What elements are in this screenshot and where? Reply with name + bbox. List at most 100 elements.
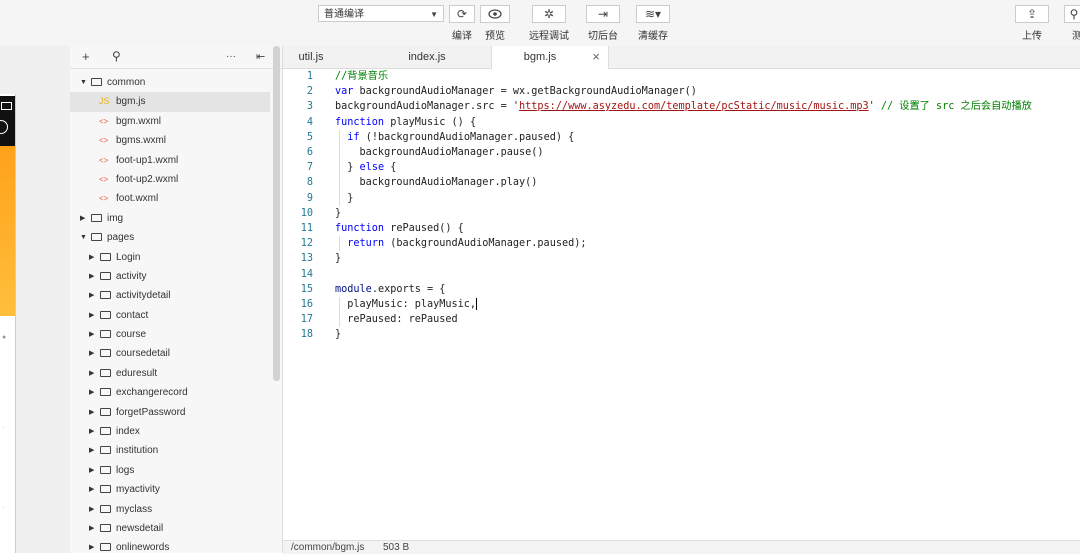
tree-folder-eduresult[interactable]: ▶ eduresult [70,364,270,383]
tree-folder-pages[interactable]: ▼ pages [70,228,270,247]
folder-icon [100,407,111,416]
tab-label: util.js [298,51,324,63]
compile-button[interactable]: ⟳ [449,5,475,23]
folder-icon [100,291,111,300]
tab-bgm-js[interactable]: bgm.js × [491,46,609,69]
tree-item-label: logs [116,464,135,476]
tree-item-label: index [116,426,140,438]
simulator-panel: ● · · [0,46,71,553]
tree-folder-img[interactable]: ▶ img [70,209,270,228]
tab-util-js[interactable]: util.js [283,46,339,68]
chevron-right-icon[interactable]: ▶ [89,403,94,422]
chevron-right-icon[interactable]: ▶ [89,519,94,538]
tree-file-bgms-wxml[interactable]: <> bgms.wxml [70,131,270,150]
tree-folder-common[interactable]: ▼ common [70,73,270,92]
chevron-right-icon[interactable]: ▶ [89,383,94,402]
line-number: 13 [300,253,313,265]
code-editor[interactable]: 1 //背景音乐 2 var backgroundAudioManager = wx.… [283,69,1080,540]
tree-folder-coursedetail[interactable]: ▶ coursedetail [70,344,270,363]
tree-folder-activity[interactable]: ▶ activity [70,267,270,286]
tree-folder-login[interactable]: ▶ Login [70,248,270,267]
tree-folder-newsdetail[interactable]: ▶ newsdetail [70,519,270,538]
wxml-file-icon: <> [99,116,109,126]
tree-file-foot-wxml[interactable]: <> foot.wxml [70,189,270,208]
indent-guide [339,236,340,252]
code-text: function rePaused() { [335,223,464,234]
test-icon: ⚲ [1069,7,1079,21]
chevron-right-icon[interactable]: ▶ [89,461,94,480]
chevron-right-icon[interactable]: ▶ [89,364,94,383]
tree-item-label: foot.wxml [116,193,159,205]
code-text: backgroundAudioManager.play() [335,177,538,189]
bug-icon: ✲ [543,7,555,21]
tree-item-label: myclass [116,503,153,515]
tree-folder-course[interactable]: ▶ course [70,325,270,344]
remote-debug-button[interactable]: ✲ [532,5,566,23]
tree-item-label: contact [116,309,149,321]
compile-mode-select[interactable]: 普通编译 ▼ [318,5,444,22]
tree-item-label: img [107,212,124,224]
tree-folder-onlinewords[interactable]: ▶ onlinewords [70,538,270,557]
chevron-right-icon[interactable]: ▶ [89,286,94,305]
tree-folder-index[interactable]: ▶ index [70,422,270,441]
tree-item-label: pages [107,232,135,244]
upload-button[interactable]: ⇪ [1015,5,1049,23]
chevron-right-icon[interactable]: ▶ [89,267,94,286]
code-text: //背景音乐 [335,71,389,82]
tree-folder-myactivity[interactable]: ▶ myactivity [70,480,270,499]
chevron-right-icon[interactable]: ▶ [89,344,94,363]
chevron-down-icon[interactable]: ▼ [80,228,87,247]
tree-folder-activitydetail[interactable]: ▶ activitydetail [70,286,270,305]
chevron-down-icon[interactable]: ▼ [80,73,87,92]
line-number: 7 [306,162,313,174]
tree-folder-institution[interactable]: ▶ institution [70,441,270,460]
chevron-right-icon[interactable]: ▶ [80,209,85,228]
tree-file-foot-up1-wxml[interactable]: <> foot-up1.wxml [70,151,270,170]
tree-folder-forgetpassword[interactable]: ▶ forgetPassword [70,403,270,422]
tree-folder-exchangerecord[interactable]: ▶ exchangerecord [70,383,270,402]
tab-index-js[interactable]: index.js [371,46,483,68]
clear-cache-button[interactable]: ≋▾ [636,5,670,23]
chevron-right-icon[interactable]: ▶ [89,538,94,557]
more-icon[interactable]: ··· [226,51,236,62]
close-icon[interactable]: × [592,46,600,68]
toolbar: 普通编译 ▼ ⟳ 编译 预览 ✲ 远程调试 ⇥ 切后台 ≋▾ 清缓存 ⇪ 上传 … [0,0,1080,47]
chevron-right-icon[interactable]: ▶ [89,500,94,519]
collapse-panel-icon[interactable]: ⇤ [256,50,265,63]
folder-icon [100,252,111,261]
code-text: } [335,192,354,204]
tree-folder-contact[interactable]: ▶ contact [70,306,270,325]
chevron-right-icon[interactable]: ▶ [89,441,94,460]
tree-file-bgm-js[interactable]: JS bgm.js [70,92,270,112]
file-path: /common/bgm.js [291,542,365,553]
chevron-right-icon[interactable]: ▶ [89,306,94,325]
chevron-right-icon[interactable]: ▶ [89,248,94,267]
tree-folder-myclass[interactable]: ▶ myclass [70,500,270,519]
tree-file-foot-up2-wxml[interactable]: <> foot-up2.wxml [70,170,270,189]
folder-open-icon [91,233,102,242]
explorer-scrollbar[interactable] [273,46,280,381]
tree-item-label: foot-up1.wxml [116,154,179,166]
chevron-right-icon[interactable]: ▶ [89,325,94,344]
line-number: 6 [306,147,313,158]
test-button[interactable]: ⚲ [1064,5,1080,23]
editor-tabs: util.js index.js bgm.js × [283,46,1080,69]
tree-item-label: newsdetail [116,522,164,534]
tree-folder-logs[interactable]: ▶ logs [70,461,270,480]
code-text: } [335,329,342,341]
chevron-right-icon[interactable]: ▶ [89,422,94,441]
folder-icon [100,446,111,455]
tree-item-label: onlinewords [116,542,170,554]
preview-button[interactable] [480,5,510,23]
chevron-right-icon[interactable]: ▶ [89,480,94,499]
background-button[interactable]: ⇥ [586,5,620,23]
explorer-header: + ⚲ ··· ⇤ [70,46,282,69]
tree-file-bgm-wxml[interactable]: <> bgm.wxml [70,112,270,131]
line-number: 3 [306,101,313,113]
folder-icon [100,523,111,532]
add-file-icon[interactable]: + [82,49,90,64]
phone-preview[interactable]: ● · · [0,94,16,553]
search-icon[interactable]: ⚲ [112,49,121,63]
tree-item-label: myactivity [116,484,160,496]
phone-status-bar [0,96,15,146]
